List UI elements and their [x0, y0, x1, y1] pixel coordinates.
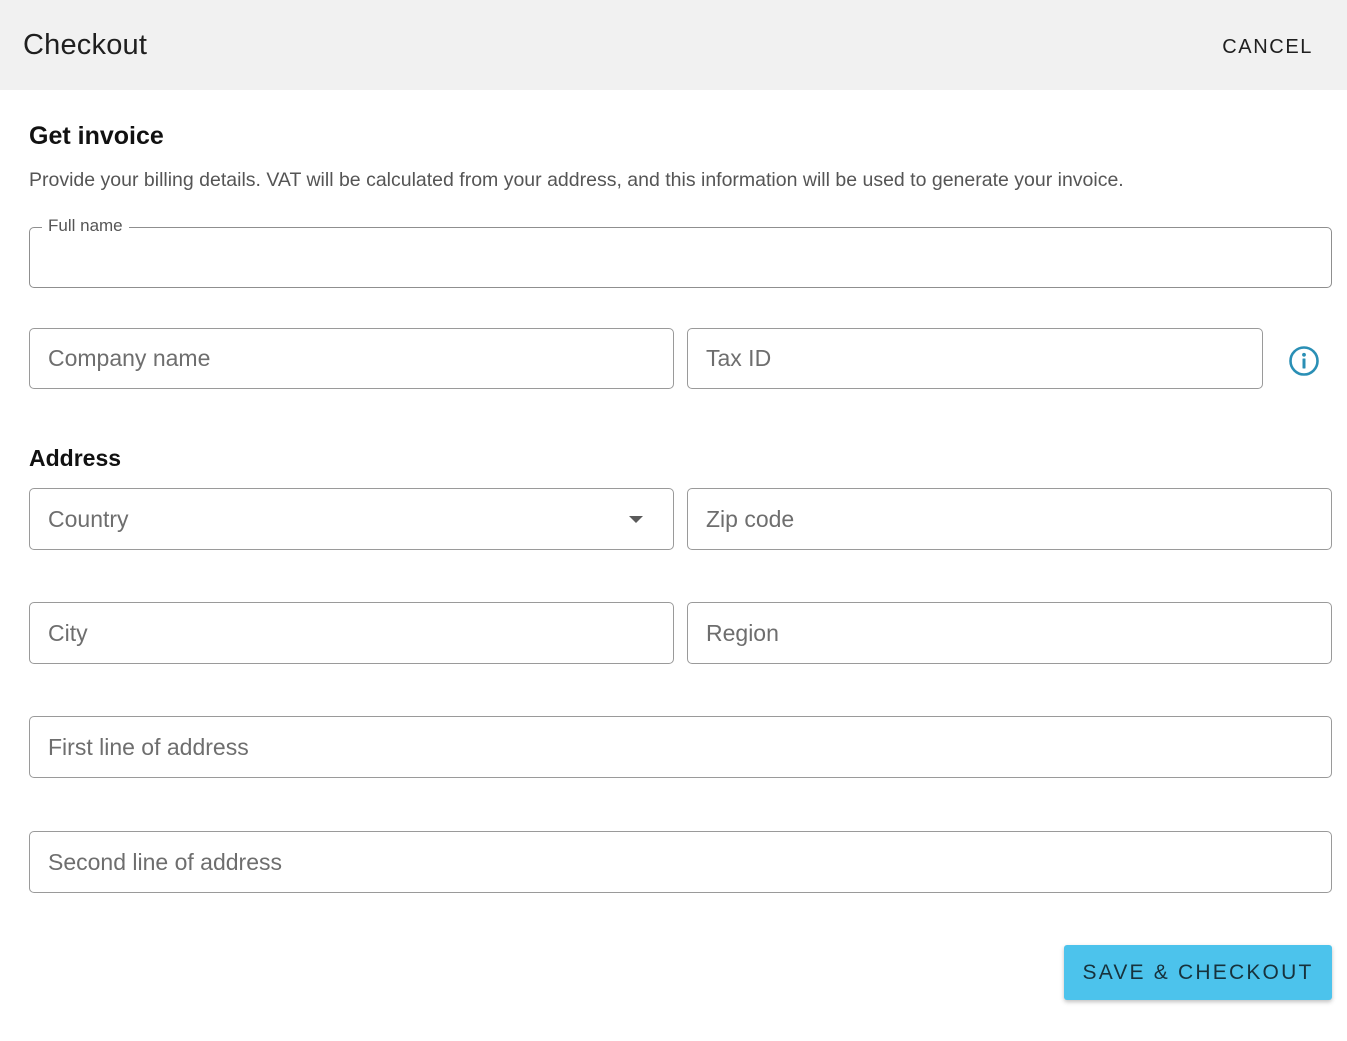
city-input[interactable] [30, 603, 673, 663]
address-section-title: Address [29, 445, 122, 471]
address-line2-field[interactable] [29, 831, 1332, 893]
company-name-field[interactable] [29, 328, 674, 389]
address-line1-input[interactable] [30, 717, 1331, 777]
chevron-down-icon [629, 516, 643, 523]
tax-id-input[interactable] [688, 329, 1262, 388]
zip-code-field[interactable] [687, 488, 1332, 550]
company-name-input[interactable] [30, 329, 673, 388]
address-line2-input[interactable] [30, 832, 1331, 892]
app-header: Checkout CANCEL [0, 0, 1347, 90]
save-checkout-button[interactable]: SAVE & CHECKOUT [1064, 945, 1332, 1000]
info-icon[interactable] [1288, 345, 1320, 377]
tax-id-field[interactable] [687, 328, 1263, 389]
invoice-section-title: Get invoice [29, 122, 164, 150]
page-title: Checkout [23, 29, 148, 61]
region-input[interactable] [688, 603, 1331, 663]
full-name-input[interactable] [30, 228, 1331, 287]
full-name-label: Full name [42, 216, 129, 236]
full-name-field[interactable]: Full name [29, 216, 1332, 288]
address-line1-field[interactable] [29, 716, 1332, 778]
zip-code-input[interactable] [688, 489, 1331, 549]
invoice-description: Provide your billing details. VAT will b… [29, 169, 1124, 191]
region-field[interactable] [687, 602, 1332, 664]
country-select[interactable]: Country [29, 488, 674, 550]
country-select-value: Country [48, 506, 129, 532]
cancel-button[interactable]: CANCEL [1216, 30, 1319, 64]
city-field[interactable] [29, 602, 674, 664]
